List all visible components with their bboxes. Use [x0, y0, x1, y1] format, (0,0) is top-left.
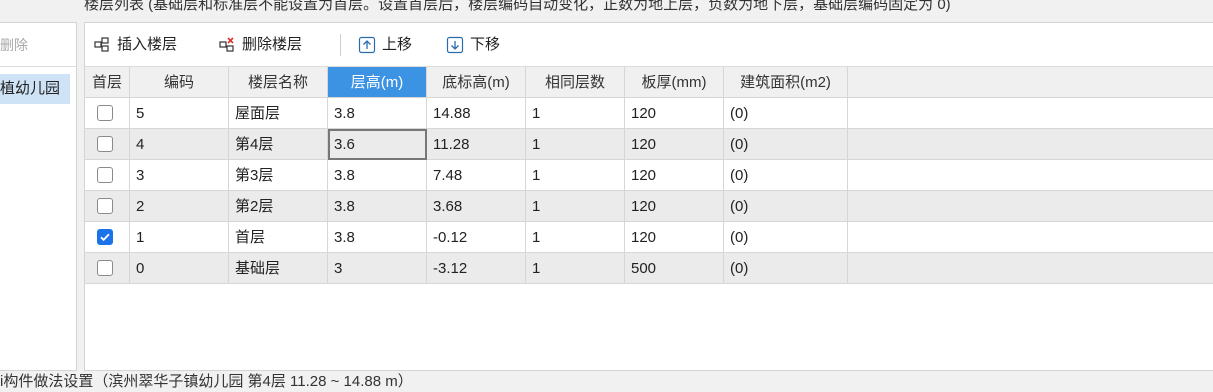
slab-thickness-cell[interactable]: 120 [625, 160, 724, 191]
floor-name-cell[interactable]: 第4层 [229, 129, 328, 160]
building-area-cell[interactable]: (0) [724, 98, 848, 129]
insert-floor-button[interactable]: 插入楼层 [93, 33, 177, 57]
column-header-floor-height[interactable]: 层高(m) [328, 67, 427, 98]
code-cell[interactable]: 3 [130, 160, 229, 191]
table-row[interactable]: 1 首层 3.8 -0.12 1 120 (0) [85, 222, 1213, 253]
first-floor-cell [85, 129, 130, 160]
component-settings-caption: i构件做法设置（滨州翠华子镇幼儿园 第4层 11.28 ~ 14.88 m） [0, 373, 413, 390]
arrow-up-icon [358, 36, 376, 54]
row-filler [848, 253, 1213, 284]
slab-thickness-cell[interactable]: 120 [625, 129, 724, 160]
code-cell[interactable]: 4 [130, 129, 229, 160]
move-down-label: 下移 [470, 36, 501, 53]
bottom-elevation-cell[interactable]: -3.12 [427, 253, 526, 284]
same-floor-count-cell[interactable]: 1 [526, 98, 625, 129]
first-floor-checkbox[interactable] [97, 198, 113, 214]
floor-height-cell[interactable]: 3.8 [328, 191, 427, 222]
move-up-button[interactable]: 上移 [358, 33, 412, 57]
first-floor-cell [85, 191, 130, 222]
floor-height-cell[interactable]: 3.8 [328, 98, 427, 129]
first-floor-checkbox[interactable] [97, 167, 113, 183]
table-header-row: 首层 编码 楼层名称 层高(m) 底标高(m) 相同层数 板厚(mm) 建筑面积… [85, 67, 1213, 98]
same-floor-count-cell[interactable]: 1 [526, 160, 625, 191]
bottom-elevation-cell[interactable]: -0.12 [427, 222, 526, 253]
first-floor-cell [85, 222, 130, 253]
insert-floor-icon [93, 36, 111, 54]
insert-floor-label: 插入楼层 [117, 36, 178, 53]
table-row[interactable]: 4 第4层 3.6 11.28 1 120 (0) [85, 129, 1213, 160]
row-filler [848, 160, 1213, 191]
move-down-button[interactable]: 下移 [446, 33, 500, 57]
first-floor-checkbox-checked[interactable] [97, 229, 113, 245]
floor-list-caption: 楼层列表 (基础层和标准层不能设置为首层。设置首层后，楼层编码自动变化，正数为地… [84, 0, 951, 13]
slab-thickness-cell[interactable]: 120 [625, 191, 724, 222]
delete-floor-button[interactable]: 删除楼层 [218, 33, 302, 57]
first-floor-cell [85, 160, 130, 191]
checkmark-icon [100, 233, 110, 242]
column-header-bottom-elevation[interactable]: 底标高(m) [427, 67, 526, 98]
table-row[interactable]: 2 第2层 3.8 3.68 1 120 (0) [85, 191, 1213, 222]
floor-name-cell[interactable]: 第3层 [229, 160, 328, 191]
same-floor-count-cell[interactable]: 1 [526, 222, 625, 253]
code-cell[interactable]: 2 [130, 191, 229, 222]
bottom-elevation-cell[interactable]: 7.48 [427, 160, 526, 191]
first-floor-cell [85, 98, 130, 129]
floor-height-cell[interactable]: 3 [328, 253, 427, 284]
slab-thickness-cell[interactable]: 500 [625, 253, 724, 284]
row-filler [848, 222, 1213, 253]
column-header-same-floor-count[interactable]: 相同层数 [526, 67, 625, 98]
building-area-cell[interactable]: (0) [724, 160, 848, 191]
same-floor-count-cell[interactable]: 1 [526, 129, 625, 160]
table-row[interactable]: 3 第3层 3.8 7.48 1 120 (0) [85, 160, 1213, 191]
building-area-cell[interactable]: (0) [724, 129, 848, 160]
bottom-elevation-cell[interactable]: 3.68 [427, 191, 526, 222]
row-filler [848, 191, 1213, 222]
code-cell[interactable]: 1 [130, 222, 229, 253]
floor-name-cell[interactable]: 屋面层 [229, 98, 328, 129]
column-header-building-area[interactable]: 建筑面积(m2) [724, 67, 848, 98]
floor-list-panel: 插入楼层 删除楼层 上移 下移 首层 编码 楼层名称 层高(m) 底标高(m) … [84, 22, 1213, 371]
column-header-code[interactable]: 编码 [130, 67, 229, 98]
table-row[interactable]: 5 屋面层 3.8 14.88 1 120 (0) [85, 98, 1213, 129]
same-floor-count-cell[interactable]: 1 [526, 191, 625, 222]
floor-height-cell[interactable]: 3.8 [328, 160, 427, 191]
project-list-panel: 删除 植幼儿园 [0, 22, 77, 371]
floor-name-cell[interactable]: 首层 [229, 222, 328, 253]
floor-name-cell[interactable]: 第2层 [229, 191, 328, 222]
delete-floor-icon [218, 36, 236, 54]
first-floor-checkbox[interactable] [97, 136, 113, 152]
first-floor-checkbox[interactable] [97, 105, 113, 121]
arrow-down-icon [446, 36, 464, 54]
toolbar-divider [340, 34, 341, 56]
delete-floor-label: 删除楼层 [242, 36, 303, 53]
floor-height-cell[interactable]: 3.8 [328, 222, 427, 253]
move-up-label: 上移 [382, 36, 413, 53]
header-filler [848, 67, 1213, 98]
same-floor-count-cell[interactable]: 1 [526, 253, 625, 284]
column-header-floor-name[interactable]: 楼层名称 [229, 67, 328, 98]
table-row[interactable]: 0 基础层 3 -3.12 1 500 (0) [85, 253, 1213, 284]
row-filler [848, 98, 1213, 129]
slab-thickness-cell[interactable]: 120 [625, 98, 724, 129]
floor-height-cell-selected[interactable]: 3.6 [328, 129, 427, 160]
building-area-cell[interactable]: (0) [724, 191, 848, 222]
project-list-item-selected[interactable]: 植幼儿园 [0, 74, 70, 104]
bottom-elevation-cell[interactable]: 14.88 [427, 98, 526, 129]
column-header-first-floor[interactable]: 首层 [85, 67, 130, 98]
code-cell[interactable]: 5 [130, 98, 229, 129]
first-floor-checkbox[interactable] [97, 260, 113, 276]
row-filler [848, 129, 1213, 160]
delete-project-button[interactable]: 删除 [0, 31, 28, 59]
bottom-elevation-cell[interactable]: 11.28 [427, 129, 526, 160]
building-area-cell[interactable]: (0) [724, 253, 848, 284]
column-header-slab-thickness[interactable]: 板厚(mm) [625, 67, 724, 98]
first-floor-cell [85, 253, 130, 284]
divider [0, 66, 76, 67]
code-cell[interactable]: 0 [130, 253, 229, 284]
floor-name-cell[interactable]: 基础层 [229, 253, 328, 284]
floor-toolbar: 插入楼层 删除楼层 上移 下移 [85, 23, 1213, 67]
building-area-cell[interactable]: (0) [724, 222, 848, 253]
slab-thickness-cell[interactable]: 120 [625, 222, 724, 253]
